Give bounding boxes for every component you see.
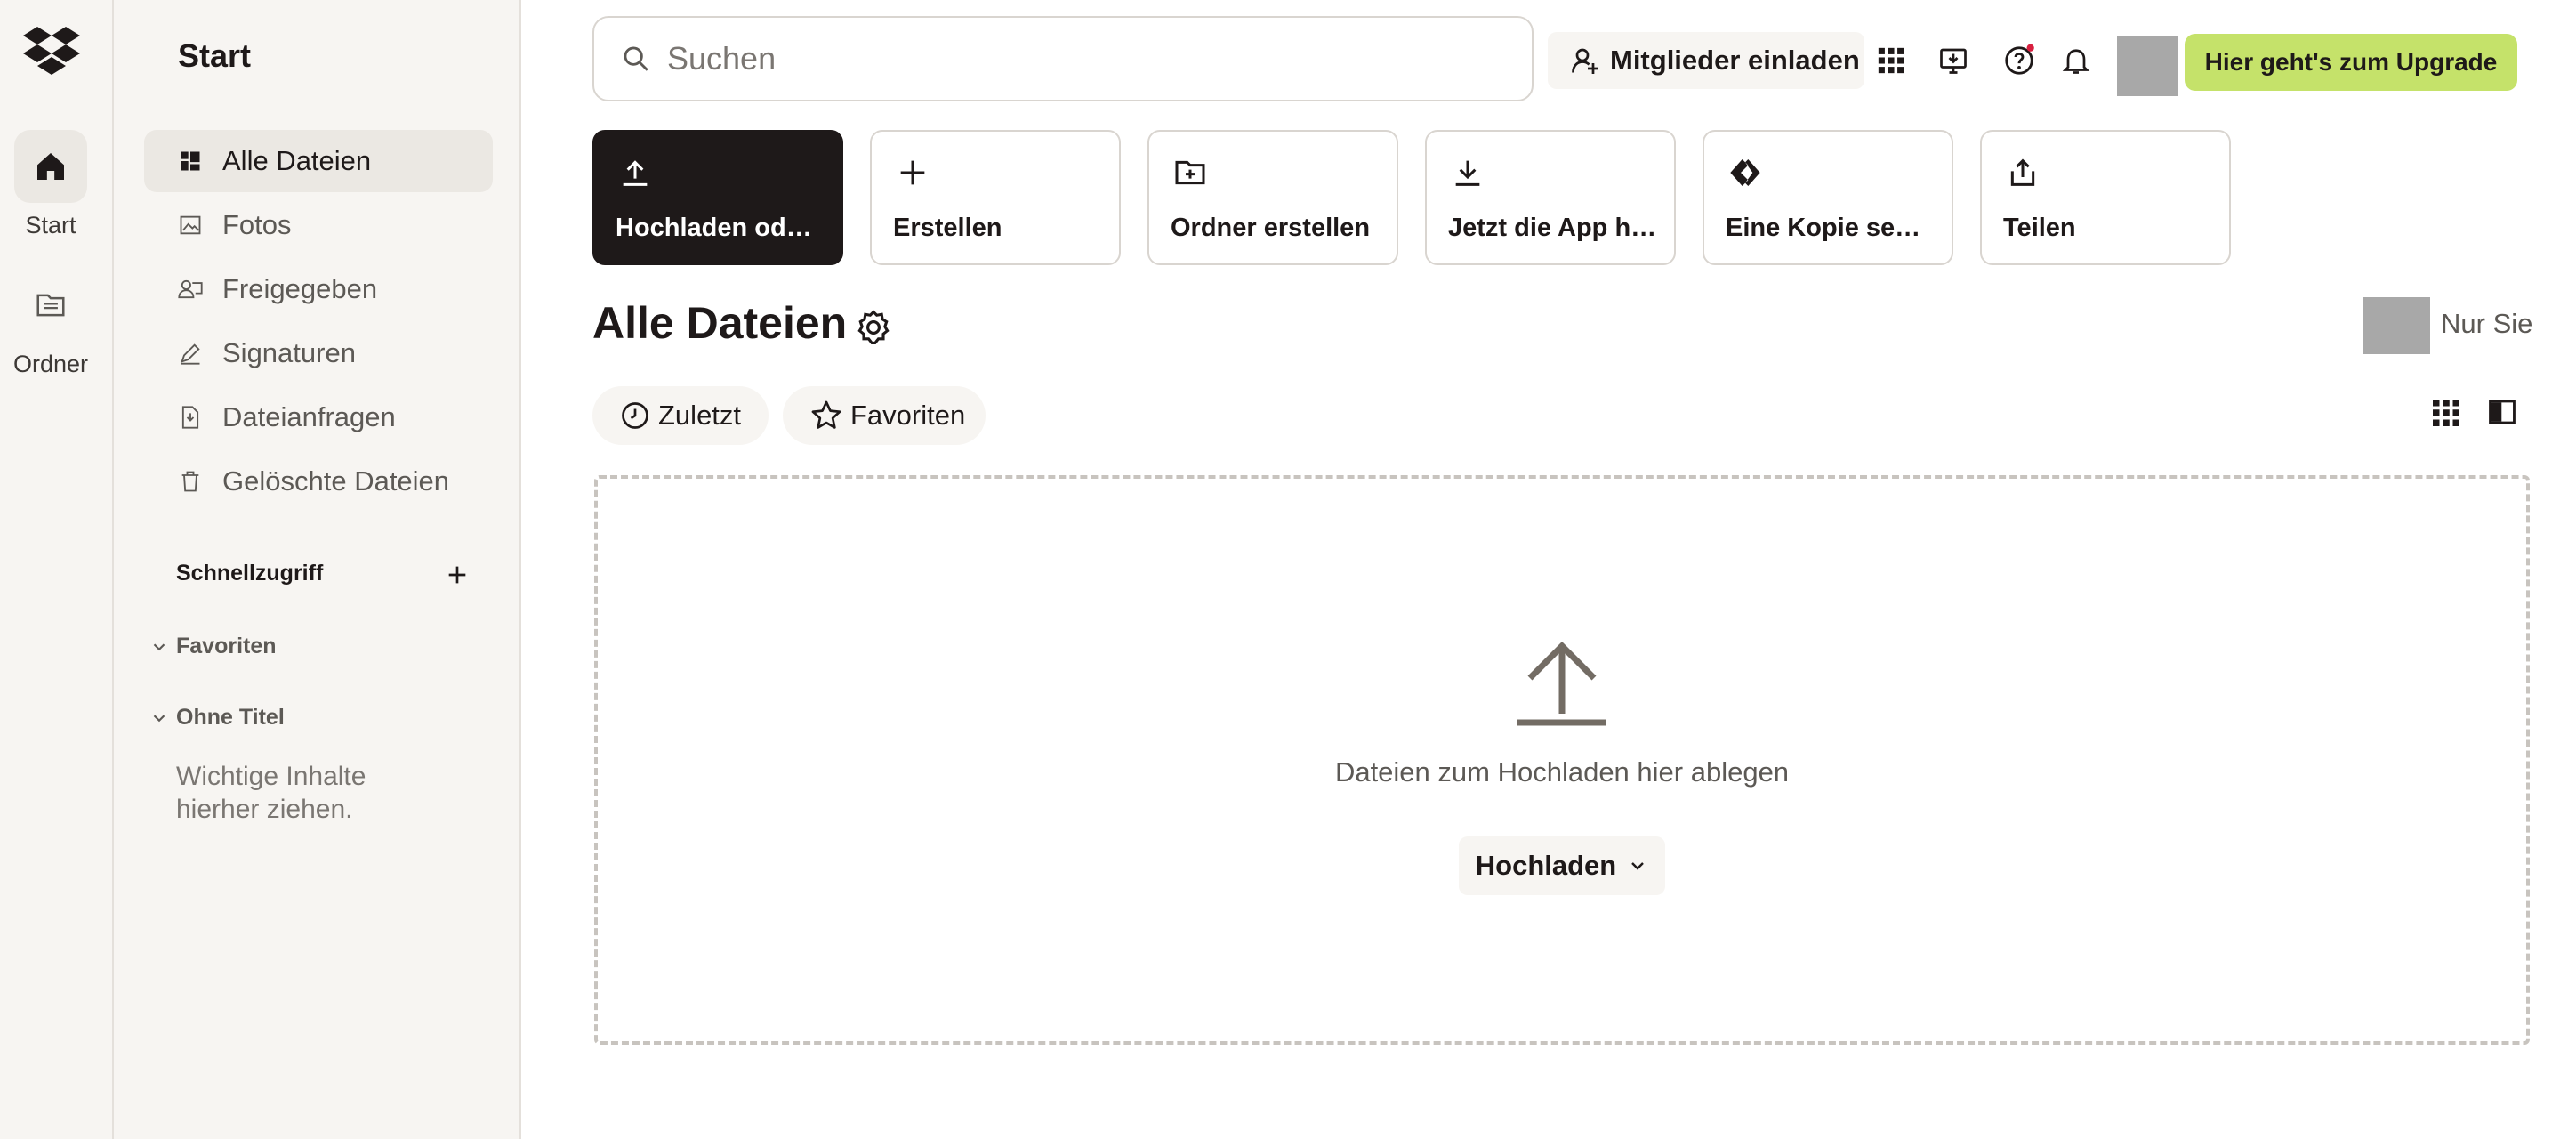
sidebar-item-label: Freigegeben: [222, 273, 378, 304]
search-icon: [624, 46, 648, 71]
sidebar-item-label: Fotos: [222, 209, 292, 240]
plus-icon: [900, 160, 925, 185]
quick-access-heading: Schnellzugriff: [176, 561, 324, 586]
section-label: Ohne Titel: [176, 705, 285, 730]
shared-icon: [176, 275, 205, 303]
tile-label: Hochladen oder Ablegen: [616, 214, 825, 242]
send-copy-tile[interactable]: Eine Kopie senden: [1703, 130, 1953, 265]
tile-label: Jetzt die App herunterladen: [1448, 214, 1658, 242]
invite-members-button[interactable]: Mitglieder einladen: [1548, 32, 1864, 89]
desktop-app-icon[interactable]: [1930, 37, 1976, 84]
section-label: Favoriten: [176, 634, 277, 658]
photo-icon: [176, 211, 205, 239]
sidebar-item-all-files[interactable]: Alle Dateien: [144, 130, 493, 192]
sidebar-item-shared[interactable]: Freigegeben: [144, 258, 493, 320]
star-icon: [811, 400, 841, 429]
get-app-tile[interactable]: Jetzt die App herunterladen: [1425, 130, 1676, 265]
sidebar-item-label: Dateianfragen: [222, 401, 396, 432]
owner-label[interactable]: Nur Sie: [2441, 308, 2532, 340]
share-tile[interactable]: Teilen: [1980, 130, 2231, 265]
rail-folder-button[interactable]: [14, 269, 87, 342]
grid-view-icon[interactable]: [2430, 397, 2466, 432]
add-quick-access-icon[interactable]: [443, 561, 471, 589]
upload-button-label: Hochladen: [1475, 850, 1617, 881]
rail-start-button[interactable]: [14, 130, 87, 203]
section-untitled[interactable]: Ohne Titel: [149, 705, 285, 731]
help-icon[interactable]: [1996, 37, 2042, 84]
tile-label: Eine Kopie senden: [1726, 214, 1936, 242]
rail-start-label: Start: [25, 212, 76, 238]
sidebar-item-deleted-files[interactable]: Gelöschte Dateien: [144, 450, 493, 513]
invite-members-label: Mitglieder einladen: [1610, 44, 1860, 76]
filter-label: Favoriten: [850, 400, 966, 431]
section-favorites[interactable]: Favoriten: [149, 634, 277, 659]
owner-avatar[interactable]: [2363, 297, 2430, 354]
drop-zone-text: Dateien zum Hochladen hier ablegen: [1334, 756, 1790, 788]
search-bar[interactable]: [592, 16, 1534, 101]
sidebar-item-file-requests[interactable]: Dateianfragen: [144, 386, 493, 448]
tile-label: Erstellen: [893, 214, 1002, 242]
gear-icon[interactable]: [854, 308, 893, 347]
upgrade-button[interactable]: Hier geht's zum Upgrade: [2185, 34, 2517, 91]
page-title: Alle Dateien: [592, 298, 848, 348]
transfer-icon: [1730, 159, 1760, 186]
tile-label: Teilen: [2003, 214, 2076, 242]
trash-icon: [176, 467, 205, 496]
sidebar-item-label: Signaturen: [222, 337, 356, 368]
add-user-icon: [1572, 48, 1598, 74]
chevron-down-icon: [1631, 862, 1645, 870]
upload-or-drop-tile[interactable]: Hochladen oder Ablegen: [592, 130, 843, 265]
sidebar-item-label: Gelöschte Dateien: [222, 465, 450, 497]
sidebar-item-label: Alle Dateien: [222, 145, 372, 176]
download-icon: [1455, 160, 1480, 186]
upload-icon: [623, 160, 648, 186]
share-icon: [2010, 158, 2035, 186]
tile-label: Ordner erstellen: [1171, 214, 1371, 242]
filter-favorites[interactable]: Favoriten: [783, 386, 986, 445]
rail-folder-label: Ordner: [12, 351, 89, 377]
new-folder-icon: [1175, 160, 1205, 185]
folder-icon: [36, 294, 65, 317]
search-input[interactable]: [665, 39, 1469, 78]
clock-icon: [622, 402, 648, 429]
all-files-icon: [176, 147, 205, 175]
sidebar-item-photos[interactable]: Fotos: [144, 194, 493, 256]
sidebar-item-signatures[interactable]: Signaturen: [144, 322, 493, 384]
filter-label: Zuletzt: [658, 400, 742, 431]
signature-icon: [176, 339, 205, 368]
home-icon: [37, 153, 64, 180]
upload-dropdown-button[interactable]: Hochladen: [1459, 836, 1665, 895]
app-grid-icon[interactable]: [1868, 37, 1914, 84]
create-tile[interactable]: Erstellen: [870, 130, 1121, 265]
create-folder-tile[interactable]: Ordner erstellen: [1147, 130, 1398, 265]
notification-bell-icon[interactable]: [2053, 37, 2099, 84]
side-panel-toggle-icon[interactable]: [2487, 397, 2523, 432]
file-request-icon: [176, 403, 205, 432]
sidebar-title: Start: [178, 37, 252, 74]
avatar[interactable]: [2117, 36, 2178, 96]
dropbox-logo-icon[interactable]: [23, 25, 80, 75]
chevron-down-icon: [153, 714, 165, 722]
chevron-down-icon: [153, 642, 165, 650]
filter-recent[interactable]: Zuletzt: [592, 386, 769, 445]
upload-arrow-icon: [1512, 639, 1612, 728]
